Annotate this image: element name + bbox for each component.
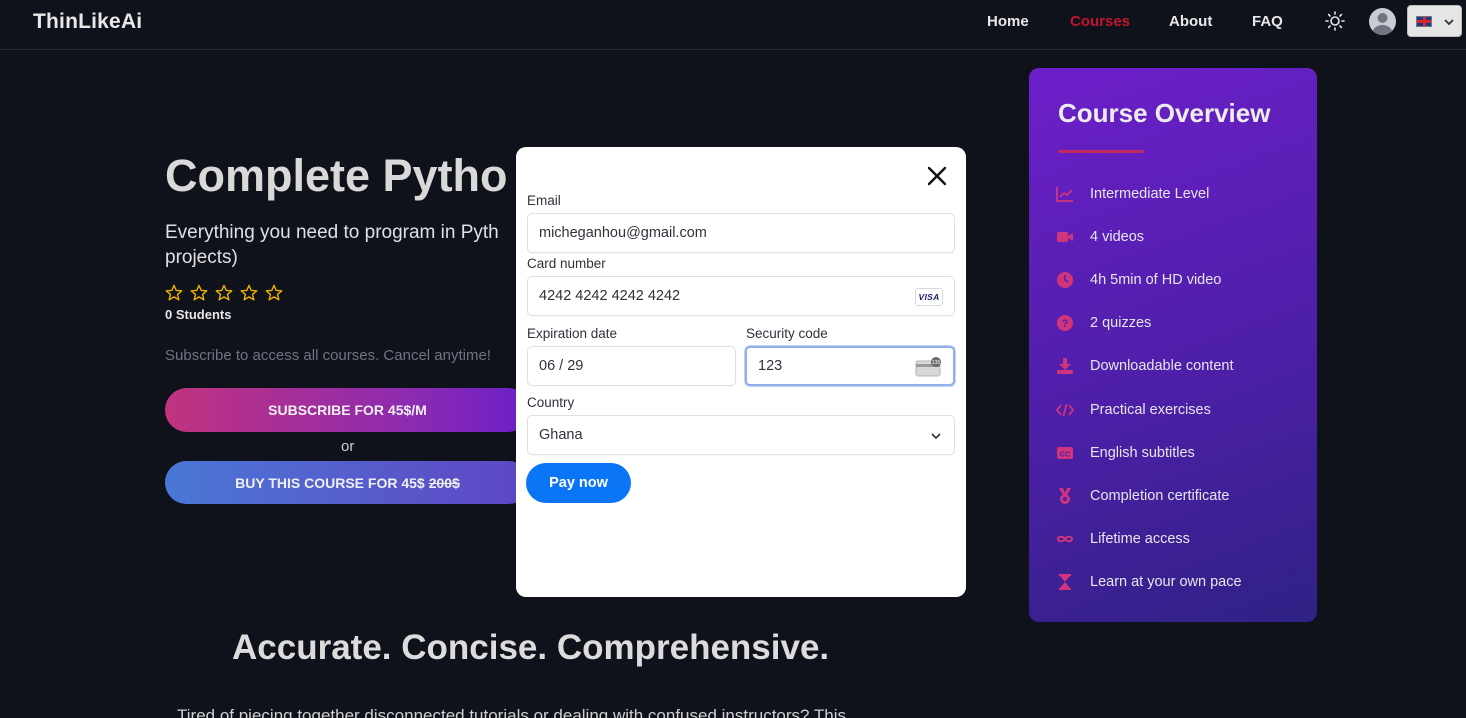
star-icon [165,284,183,301]
country-select[interactable]: Ghana [527,415,955,455]
expiration-date-label: Expiration date [527,326,618,341]
overview-item-label: Lifetime access [1090,531,1190,547]
overview-item-subtitles: CC English subtitles [1056,442,1195,464]
medal-icon [1059,488,1071,504]
overview-item-label: English subtitles [1090,445,1195,461]
overview-item-pace: Learn at your own pace [1056,571,1242,593]
cvc-badge-text: 135 [932,360,941,366]
overview-item-videos: 4 videos [1056,226,1144,248]
card-number-field[interactable]: 4242 4242 4242 4242 VISA [527,276,955,316]
clock-icon [1057,272,1073,288]
chart-line-icon [1056,187,1073,202]
nav-link-home[interactable]: Home [987,13,1029,30]
user-silhouette-icon [1372,13,1393,35]
svg-text:?: ? [1062,318,1069,330]
overview-item-level: Intermediate Level [1056,183,1209,205]
security-code-value: 123 [758,358,783,374]
email-label: Email [527,193,561,208]
infinity-icon [1056,535,1074,543]
overview-item-label: Learn at your own pace [1090,574,1242,590]
overview-item-quizzes: ? 2 quizzes [1056,312,1151,334]
overview-item-label: Practical exercises [1090,402,1211,418]
card-number-value: 4242 4242 4242 4242 [539,288,681,304]
star-icon [190,284,208,301]
nav-link-about[interactable]: About [1169,13,1212,30]
title-underline [1058,150,1144,153]
hourglass-icon [1059,574,1071,590]
student-count: 0 Students [165,307,232,322]
old-price: 200$ [428,474,460,491]
pay-now-label: Pay now [549,475,608,491]
star-icon [240,284,258,301]
closed-captions-icon: CC [1057,447,1073,459]
email-field[interactable]: micheganhou@gmail.com [527,213,955,253]
expiration-date-value: 06 / 29 [539,358,584,374]
top-navbar: ThinLikeAi Home Courses About FAQ [0,0,1466,50]
overview-title: Course Overview [1058,98,1271,128]
security-code-field[interactable]: 123 135 [745,346,955,386]
overview-item-label: Intermediate Level [1090,186,1210,202]
subscribe-note: Subscribe to access all courses. Cancel … [165,347,491,364]
chevron-down-icon [1444,19,1454,26]
uk-flag-icon [1416,16,1432,27]
video-camera-icon [1057,232,1073,242]
overview-item-lifetime: Lifetime access [1056,528,1190,550]
language-selector[interactable] [1407,5,1462,37]
nav-link-courses[interactable]: Courses [1070,13,1130,30]
section-heading: Accurate. Concise. Comprehensive. [232,628,830,667]
security-code-label: Security code [746,326,828,341]
overview-item-certificate: Completion certificate [1056,485,1229,507]
card-number-label: Card number [527,256,606,271]
overview-item-label: 2 quizzes [1090,315,1152,331]
overview-item-exercises: Practical exercises [1056,399,1211,421]
country-value: Ghana [539,427,583,443]
rating-stars [165,284,283,302]
question-circle-icon: ? [1057,315,1073,331]
overview-item-label: 4 videos [1090,229,1145,245]
section-text: Tired of piecing together disconnected t… [177,706,847,718]
subscribe-button[interactable]: SUBSCRIBE FOR 45$/M [165,388,530,432]
svg-text:CC: CC [1060,450,1071,459]
course-overview-card: Course Overview Intermediate Level 4 vid… [1029,68,1317,622]
sun-icon[interactable] [1325,11,1345,31]
user-avatar[interactable] [1369,8,1396,35]
overview-item-label: Completion certificate [1090,488,1230,504]
buy-course-button[interactable]: BUY THIS COURSE FOR 45$ 200$ [165,461,530,504]
overview-item-downloads: Downloadable content [1056,355,1234,377]
close-icon[interactable] [925,164,949,188]
brand-logo[interactable]: ThinLikeAi [33,10,142,34]
star-icon [215,284,233,301]
overview-item-label: 4h 5min of HD video [1090,272,1222,288]
chevron-down-icon [931,433,941,440]
pay-now-button[interactable]: Pay now [526,463,631,503]
overview-item-label: Downloadable content [1090,358,1234,374]
expiration-date-field[interactable]: 06 / 29 [527,346,736,386]
country-label: Country [527,395,575,410]
download-icon [1057,358,1073,374]
payment-modal: Email micheganhou@gmail.com Card number … [516,147,966,597]
email-value: micheganhou@gmail.com [539,225,707,241]
buy-button-label: BUY THIS COURSE FOR 45$ [235,474,425,491]
nav-link-faq[interactable]: FAQ [1252,13,1283,30]
subscribe-button-label: SUBSCRIBE FOR 45$/M [268,402,427,418]
or-separator: or [341,438,355,455]
course-title: Complete Pytho [165,150,508,201]
star-icon [265,284,283,301]
code-icon [1056,403,1074,417]
course-subtitle: Everything you need to program in Pyth p… [165,222,499,268]
overview-item-duration: 4h 5min of HD video [1056,269,1221,291]
visa-card-icon: VISA [915,288,943,306]
cvc-card-icon: 135 [915,357,941,377]
